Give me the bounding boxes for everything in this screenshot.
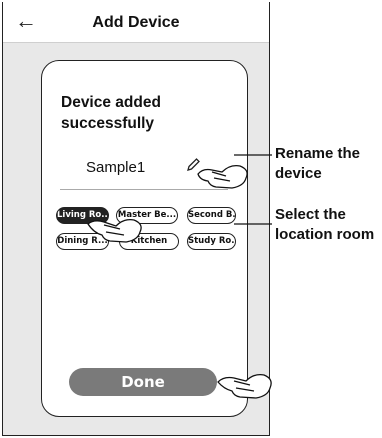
hand-pointer-icon [197, 164, 248, 189]
location-annotation: Select the location room [275, 206, 375, 243]
rename-annotation: Rename the device [275, 145, 361, 182]
hand-pointer-icon [87, 218, 142, 243]
hand-pointer-icon [217, 373, 272, 399]
